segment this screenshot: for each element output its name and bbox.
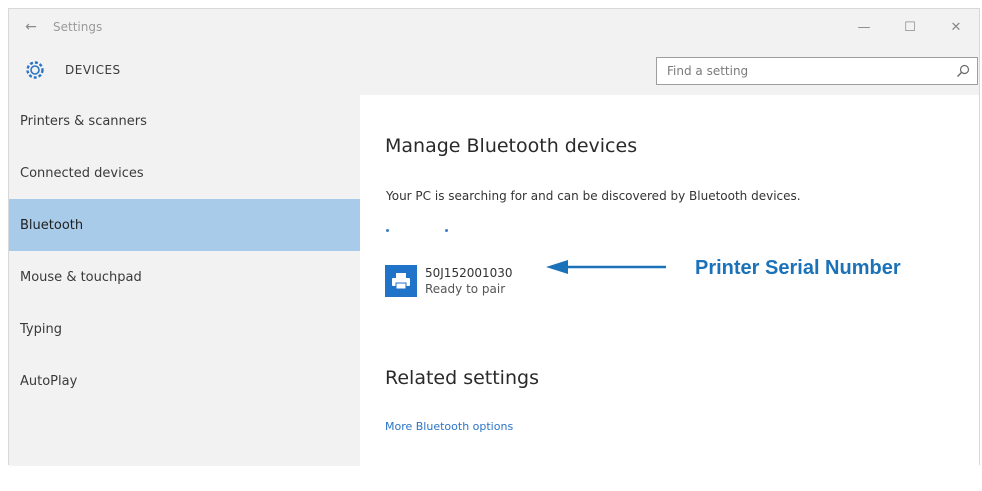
annotation-label: Printer Serial Number (695, 257, 901, 279)
settings-window: ← Settings — ☐ ✕ DEVICES Find a setting … (8, 8, 980, 466)
sidebar-item-printers-scanners[interactable]: Printers & scanners (9, 95, 360, 147)
related-settings-heading: Related settings (385, 367, 539, 389)
search-input[interactable] (657, 58, 949, 84)
sidebar-item-connected-devices[interactable]: Connected devices (9, 147, 360, 199)
back-arrow-icon: ← (25, 19, 37, 35)
search-icon[interactable] (949, 57, 977, 85)
sidebar-item-label: Mouse & touchpad (20, 269, 142, 285)
sidebar-item-typing[interactable]: Typing (9, 303, 360, 355)
annotation-arrow (546, 260, 666, 274)
minimize-icon: — (857, 19, 871, 35)
sidebar-item-bluetooth[interactable]: Bluetooth (9, 199, 360, 251)
sidebar-item-label: Bluetooth (20, 217, 84, 233)
device-name: 50J152001030 (425, 266, 513, 280)
sidebar-item-label: AutoPlay (20, 373, 78, 389)
back-button[interactable]: ← (9, 9, 53, 45)
settings-header: DEVICES (9, 45, 979, 95)
main-content: Manage Bluetooth devices Your PC is sear… (360, 95, 979, 466)
sidebar-item-autoplay[interactable]: AutoPlay (9, 355, 360, 407)
devices-gear-icon (21, 56, 49, 84)
sidebar-item-label: Connected devices (20, 165, 144, 181)
search-box[interactable] (656, 57, 978, 85)
maximize-button[interactable]: ☐ (887, 9, 933, 45)
sidebar-item-label: Typing (20, 321, 62, 337)
maximize-icon: ☐ (904, 19, 916, 35)
section-title: DEVICES (65, 63, 121, 77)
window-controls: — ☐ ✕ (841, 9, 979, 45)
window-title: Settings (53, 20, 103, 34)
device-status: Ready to pair (425, 282, 506, 296)
more-bluetooth-options-link[interactable]: More Bluetooth options (385, 420, 513, 433)
title-bar: ← Settings — ☐ ✕ (9, 9, 979, 45)
sidebar-item-mouse-touchpad[interactable]: Mouse & touchpad (9, 251, 360, 303)
progress-dot (386, 229, 389, 232)
close-icon: ✕ (950, 19, 962, 35)
sidebar-item-label: Printers & scanners (20, 113, 147, 129)
sidebar-nav: Printers & scanners Connected devices Bl… (9, 95, 360, 466)
minimize-button[interactable]: — (841, 9, 887, 45)
printer-icon (385, 265, 417, 297)
close-button[interactable]: ✕ (933, 9, 979, 45)
progress-dot (445, 229, 448, 232)
bluetooth-status-text: Your PC is searching for and can be disc… (386, 189, 801, 203)
manage-bluetooth-heading: Manage Bluetooth devices (385, 135, 638, 157)
bluetooth-device-item[interactable]: 50J152001030 Ready to pair (385, 265, 513, 297)
searching-progress-indicator (386, 229, 448, 232)
